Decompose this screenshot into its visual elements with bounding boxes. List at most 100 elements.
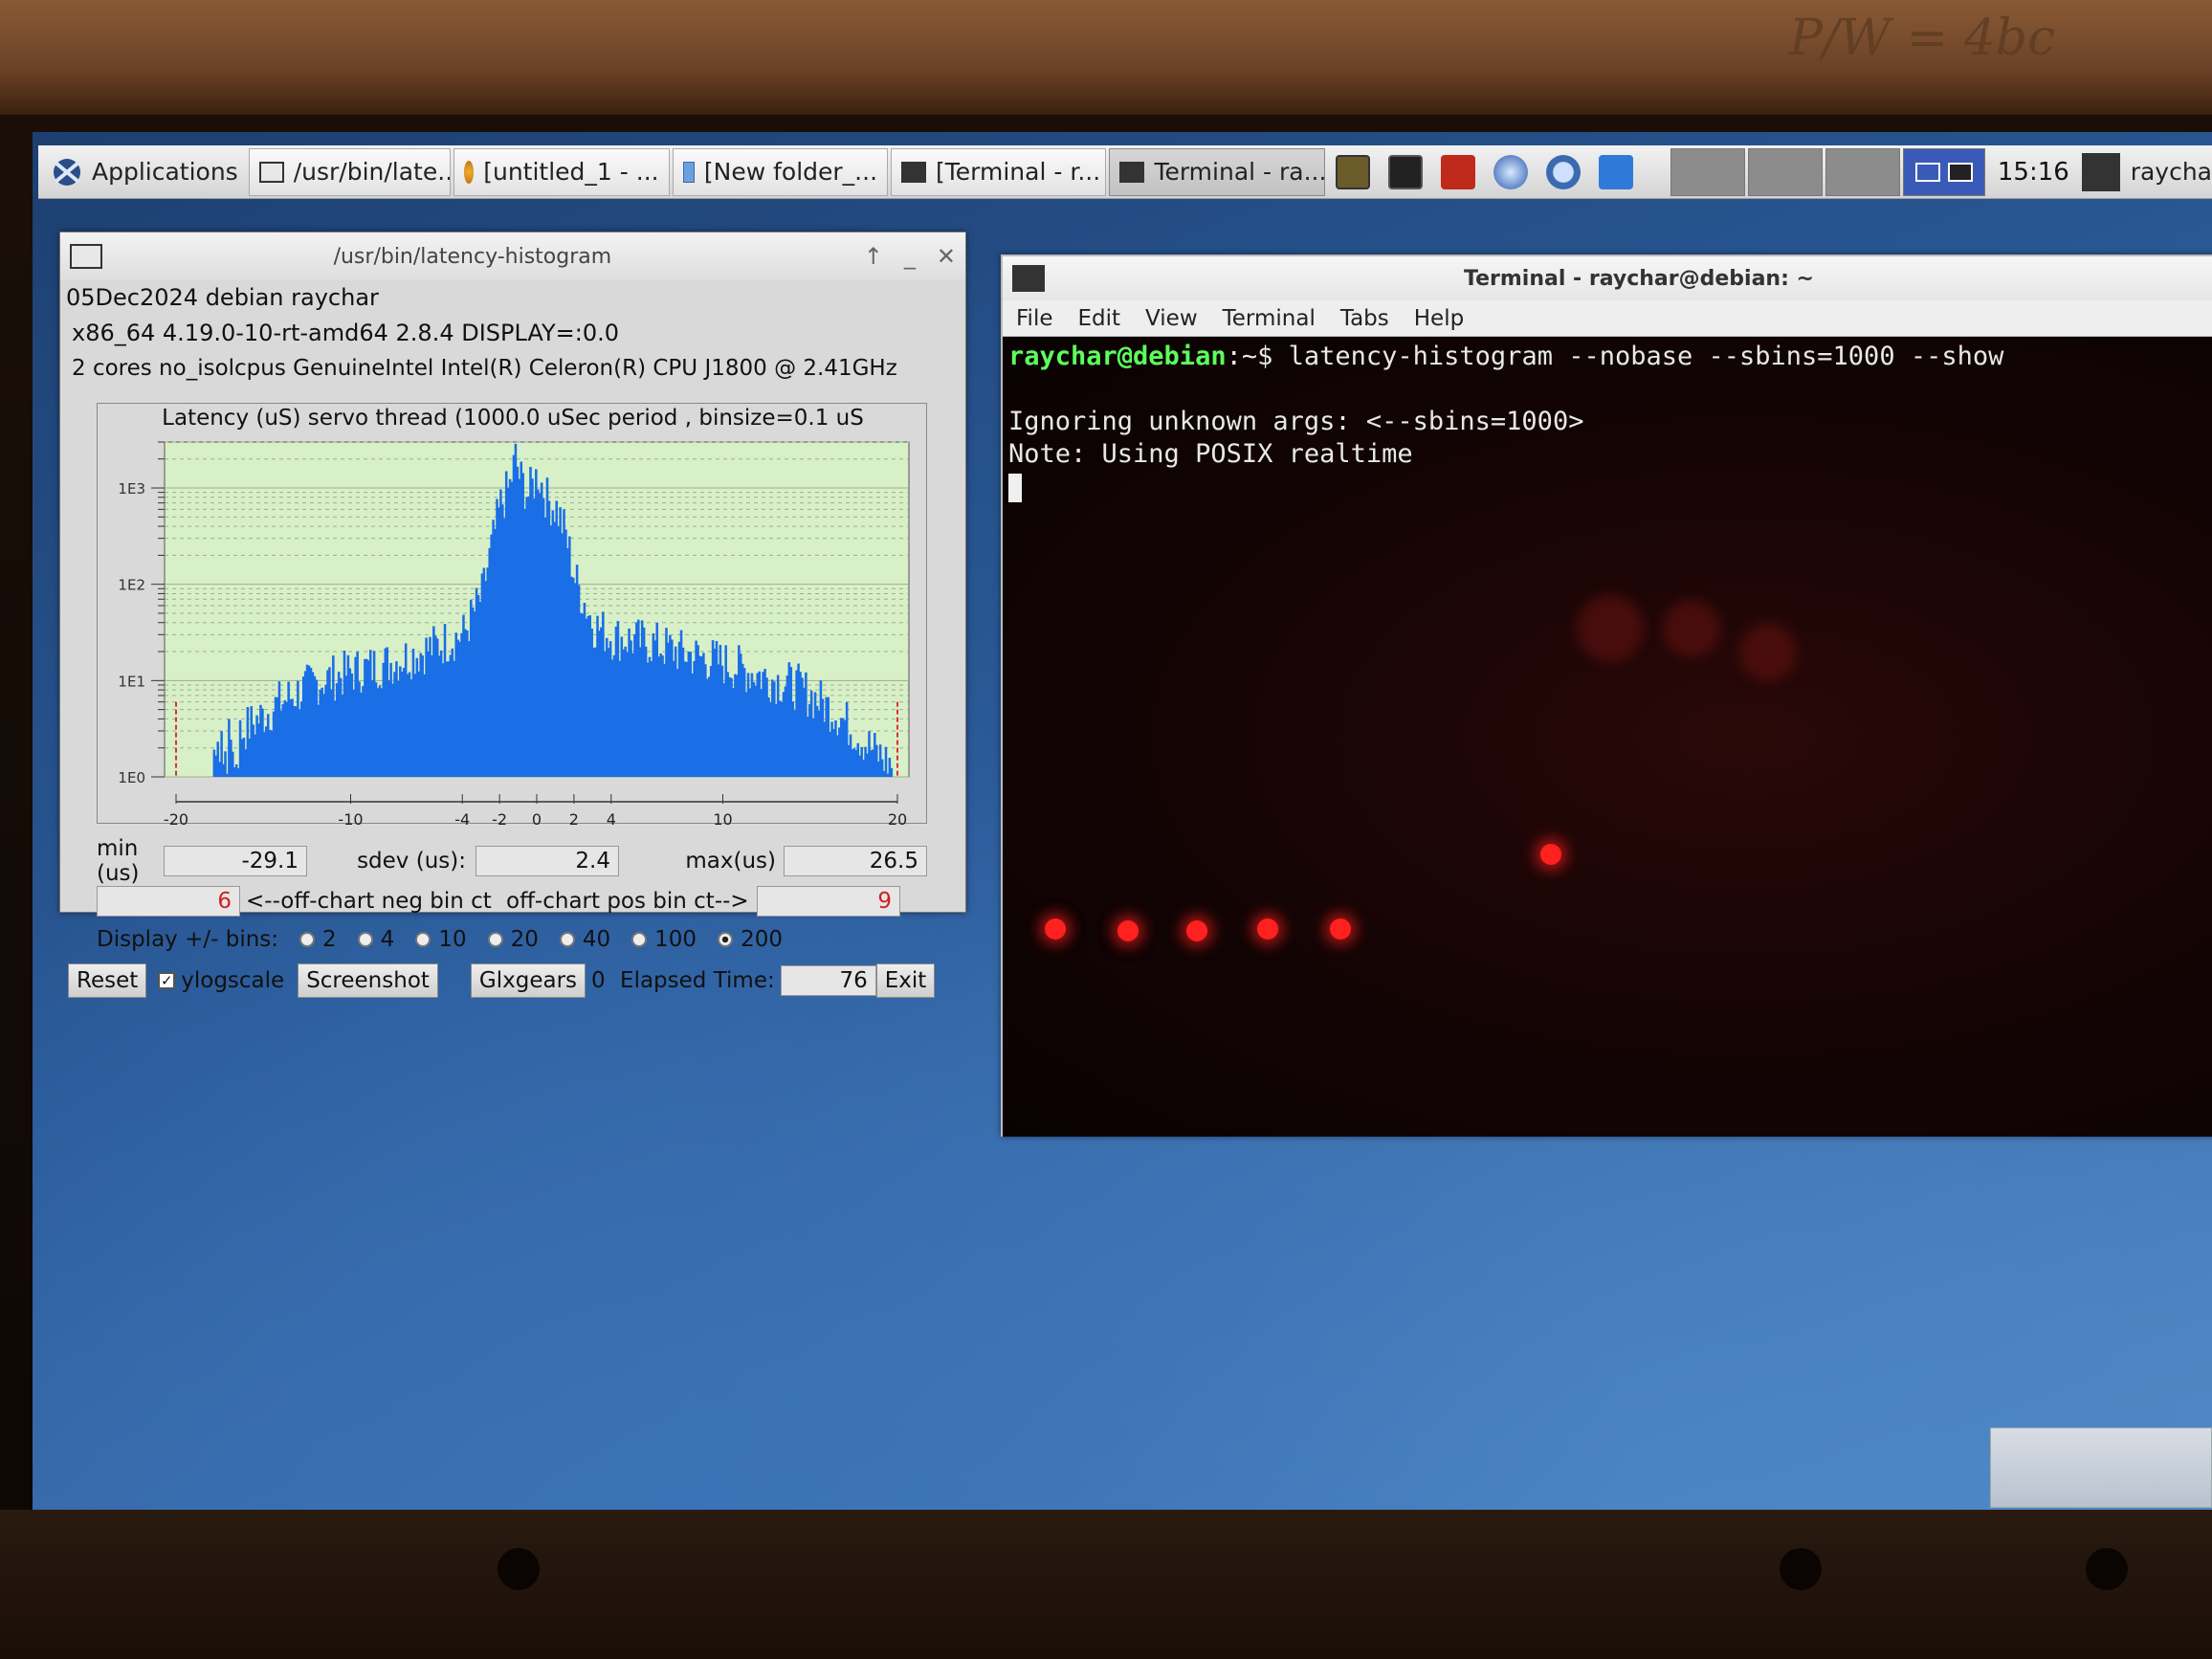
histogram-bar bbox=[224, 751, 227, 777]
clock[interactable]: 15:16 bbox=[1988, 158, 2079, 187]
menu-tabs[interactable]: Tabs bbox=[1340, 306, 1389, 331]
file-manager-icon[interactable] bbox=[1598, 154, 1633, 189]
info-date-host: 05Dec2024 debian raychar bbox=[66, 284, 379, 311]
bezel-screw bbox=[498, 1548, 540, 1590]
menu-edit[interactable]: Edit bbox=[1078, 306, 1121, 331]
paint-icon bbox=[464, 160, 475, 184]
terminal-window: Terminal - raychar@debian: ~ File Edit V… bbox=[1001, 254, 2212, 1137]
task-label: /usr/bin/late... bbox=[293, 158, 452, 186]
terminal-title: Terminal - raychar@debian: ~ bbox=[1464, 266, 1814, 291]
y-tick-label: 1E0 bbox=[118, 769, 145, 786]
workspace-4[interactable] bbox=[1902, 147, 1985, 196]
taskbar: Applications /usr/bin/late... [untitled_… bbox=[38, 145, 2212, 199]
histogram-bar bbox=[884, 746, 888, 777]
info-kernel: x86_64 4.19.0-10-rt-amd64 2.8.4 DISPLAY=… bbox=[72, 320, 619, 346]
task-label: [Terminal - r... bbox=[936, 158, 1101, 186]
terminal-window-icon[interactable] bbox=[1012, 265, 1045, 292]
browser-icon[interactable] bbox=[1493, 154, 1528, 189]
reset-button[interactable]: Reset bbox=[68, 963, 147, 998]
x-tick-label: 20 bbox=[888, 810, 907, 825]
output-line-2: Note: Using POSIX realtime bbox=[1008, 439, 1413, 469]
elapsed-label: Elapsed Time: bbox=[620, 968, 775, 993]
close-icon[interactable]: ✕ bbox=[937, 243, 956, 270]
reflection-led bbox=[1257, 918, 1278, 940]
terminal-titlebar[interactable]: Terminal - raychar@debian: ~ bbox=[1003, 256, 2212, 300]
glxgears-button[interactable]: Glxgears bbox=[470, 963, 586, 998]
radio-label: 200 bbox=[741, 927, 783, 952]
output-line-1: Ignoring unknown args: <--sbins=1000> bbox=[1008, 407, 1584, 436]
workspace-1[interactable] bbox=[1670, 147, 1745, 196]
exit-button[interactable]: Exit bbox=[875, 963, 936, 998]
bins-radio-40[interactable]: 40 bbox=[559, 927, 610, 952]
latency-histogram-window: /usr/bin/latency-histogram ↑ _ ✕ 05Dec20… bbox=[59, 232, 966, 998]
min-value: -29.1 bbox=[164, 846, 307, 876]
window-menu-icon[interactable] bbox=[70, 244, 102, 269]
y-tick-label: 1E1 bbox=[118, 673, 145, 690]
terminal-output[interactable]: raychar@debian:~$ latency-histogram --no… bbox=[1003, 337, 2212, 1137]
minimize-icon[interactable]: _ bbox=[904, 243, 916, 270]
menu-help[interactable]: Help bbox=[1414, 306, 1464, 331]
terminal-icon bbox=[901, 161, 927, 183]
prompt-user: raychar@debian bbox=[1008, 342, 1227, 371]
bins-radio-100[interactable]: 100 bbox=[631, 927, 697, 952]
task-label: Terminal - ra... bbox=[1154, 158, 1325, 186]
chart-title: Latency (uS) servo thread (1000.0 uSec p… bbox=[162, 406, 864, 431]
reflection-led bbox=[1117, 920, 1139, 941]
keep-above-icon[interactable]: ↑ bbox=[864, 243, 883, 270]
user-avatar-icon[interactable] bbox=[2081, 152, 2120, 191]
neg-bin-count: 6 bbox=[97, 886, 240, 917]
desktop-panel-widget[interactable] bbox=[1990, 1427, 2212, 1508]
bins-radio-2[interactable]: 2 bbox=[299, 927, 337, 952]
bins-radio-group: 2 4 10 20 40 100 200 bbox=[299, 927, 804, 952]
task-terminal-2[interactable]: Terminal - ra... bbox=[1109, 147, 1325, 196]
min-label: min (us) bbox=[97, 836, 140, 886]
histogram-titlebar[interactable]: /usr/bin/latency-histogram ↑ _ ✕ bbox=[60, 232, 965, 280]
reflection-1 bbox=[1577, 595, 1644, 662]
max-value: 26.5 bbox=[784, 846, 927, 876]
task-untitled[interactable]: [untitled_1 - ... bbox=[453, 147, 670, 196]
elapsed-value: 76 bbox=[780, 965, 876, 996]
bins-radio-20[interactable]: 20 bbox=[487, 927, 539, 952]
radio-label: 100 bbox=[654, 927, 697, 952]
system-info: 05Dec2024 debian raychar x86_64 4.19.0-1… bbox=[60, 280, 965, 387]
task-label: [untitled_1 - ... bbox=[483, 158, 659, 186]
reflection-led bbox=[1045, 918, 1066, 940]
x-tick-label: -20 bbox=[164, 810, 188, 825]
max-label: max(us) bbox=[685, 849, 776, 874]
prompt-path: :~$ bbox=[1226, 342, 1289, 371]
red-app-icon[interactable] bbox=[1440, 154, 1475, 189]
histogram-svg: 1E01E11E21E3-20 -10 -4 -2 0 2 4 10 20 bbox=[118, 441, 910, 825]
radio-label: 10 bbox=[438, 927, 467, 952]
task-latency-histogram[interactable]: /usr/bin/late... bbox=[248, 147, 452, 196]
menu-terminal[interactable]: Terminal bbox=[1223, 306, 1316, 331]
search-files-icon[interactable] bbox=[1545, 154, 1581, 189]
reflection-led bbox=[1540, 844, 1561, 865]
radio-label: 20 bbox=[510, 927, 539, 952]
menu-view[interactable]: View bbox=[1145, 306, 1198, 331]
applications-menu-button[interactable]: Applications bbox=[42, 149, 246, 195]
radio-dot bbox=[415, 932, 431, 947]
wall-scribble: P/W = 4bc bbox=[1789, 10, 2056, 67]
x-tick-label: 0 bbox=[532, 810, 542, 825]
radio-dot bbox=[631, 932, 648, 947]
user-name[interactable]: raycha bbox=[2123, 158, 2212, 186]
bins-radio-200[interactable]: 200 bbox=[718, 927, 783, 952]
task-new-folder[interactable]: [New folder_... bbox=[672, 147, 889, 196]
package-icon[interactable] bbox=[1335, 154, 1370, 189]
bins-radio-10[interactable]: 10 bbox=[415, 927, 467, 952]
glxgears-count: 0 bbox=[591, 968, 606, 993]
radio-dot bbox=[487, 932, 503, 947]
info-cpu: 2 cores no_isolcpus GenuineIntel Intel(R… bbox=[72, 356, 897, 381]
ylogscale-checkbox[interactable]: ✓ ylogscale bbox=[158, 968, 284, 993]
radio-dot bbox=[559, 932, 575, 947]
workspace-2[interactable] bbox=[1747, 147, 1823, 196]
workspace-3[interactable] bbox=[1825, 147, 1900, 196]
task-terminal-1[interactable]: [Terminal - r... bbox=[891, 147, 1107, 196]
applications-label: Applications bbox=[92, 158, 238, 186]
screenshot-button[interactable]: Screenshot bbox=[298, 963, 438, 998]
y-tick-label: 1E2 bbox=[118, 577, 145, 594]
menu-file[interactable]: File bbox=[1016, 306, 1053, 331]
terminal-launcher-icon[interactable] bbox=[1387, 154, 1423, 189]
window-title: /usr/bin/latency-histogram bbox=[333, 244, 612, 269]
bins-radio-4[interactable]: 4 bbox=[357, 927, 394, 952]
